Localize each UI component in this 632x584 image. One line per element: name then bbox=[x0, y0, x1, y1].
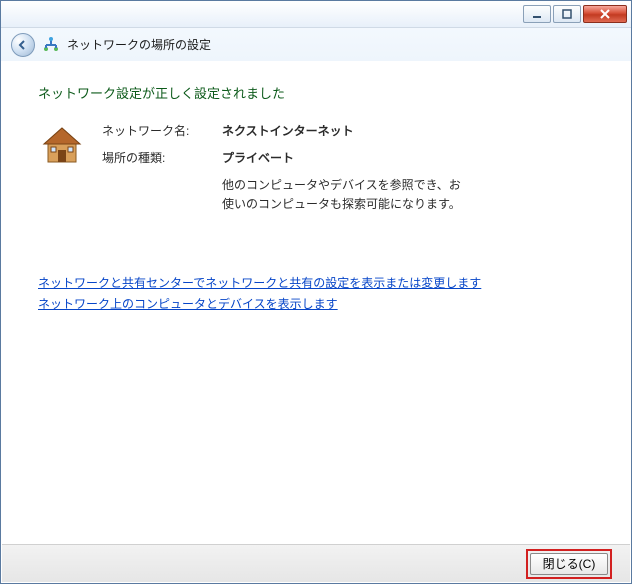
header: ネットワークの場所の設定 bbox=[1, 28, 631, 61]
window-close-button[interactable] bbox=[583, 5, 627, 23]
info-table: ネットワーク名: ネクストインターネット 場所の種類: プライベート 他のコンピ… bbox=[102, 122, 462, 213]
window-title: ネットワークの場所の設定 bbox=[67, 36, 211, 53]
minimize-button[interactable] bbox=[523, 5, 551, 23]
location-type-value: プライベート bbox=[222, 151, 294, 165]
back-arrow-icon bbox=[17, 39, 29, 51]
maximize-icon bbox=[562, 9, 572, 19]
status-message: ネットワーク設定が正しく設定されました bbox=[38, 83, 594, 102]
close-button-highlight: 閉じる(C) bbox=[526, 549, 612, 579]
footer: 閉じる(C) bbox=[2, 544, 630, 582]
network-sharing-center-link[interactable]: ネットワークと共有センターでネットワークと共有の設定を表示または変更します bbox=[38, 276, 481, 290]
close-icon bbox=[599, 9, 611, 19]
location-description: 他のコンピュータやデバイスを参照でき、お使いのコンピュータも探索可能になります。 bbox=[222, 176, 462, 213]
links-section: ネットワークと共有センターでネットワークと共有の設定を表示または変更します ネッ… bbox=[38, 273, 594, 314]
home-icon bbox=[38, 122, 86, 170]
location-type-label: 場所の種類: bbox=[102, 149, 212, 166]
info-row: ネットワーク名: ネクストインターネット 場所の種類: プライベート 他のコンピ… bbox=[38, 122, 594, 213]
network-name-value: ネクストインターネット bbox=[222, 124, 354, 138]
back-button[interactable] bbox=[11, 33, 35, 57]
titlebar bbox=[1, 1, 631, 28]
show-computers-devices-link[interactable]: ネットワーク上のコンピュータとデバイスを表示します bbox=[38, 297, 338, 311]
close-button[interactable]: 閉じる(C) bbox=[530, 553, 608, 575]
network-name-label: ネットワーク名: bbox=[102, 122, 212, 139]
network-icon bbox=[43, 37, 59, 53]
dialog-window: ネットワークの場所の設定 ネットワーク設定が正しく設定されました ネットワーク名… bbox=[0, 0, 632, 584]
content-area: ネットワーク設定が正しく設定されました ネットワーク名: ネクストインターネット… bbox=[2, 61, 630, 543]
minimize-icon bbox=[532, 9, 542, 19]
maximize-button[interactable] bbox=[553, 5, 581, 23]
